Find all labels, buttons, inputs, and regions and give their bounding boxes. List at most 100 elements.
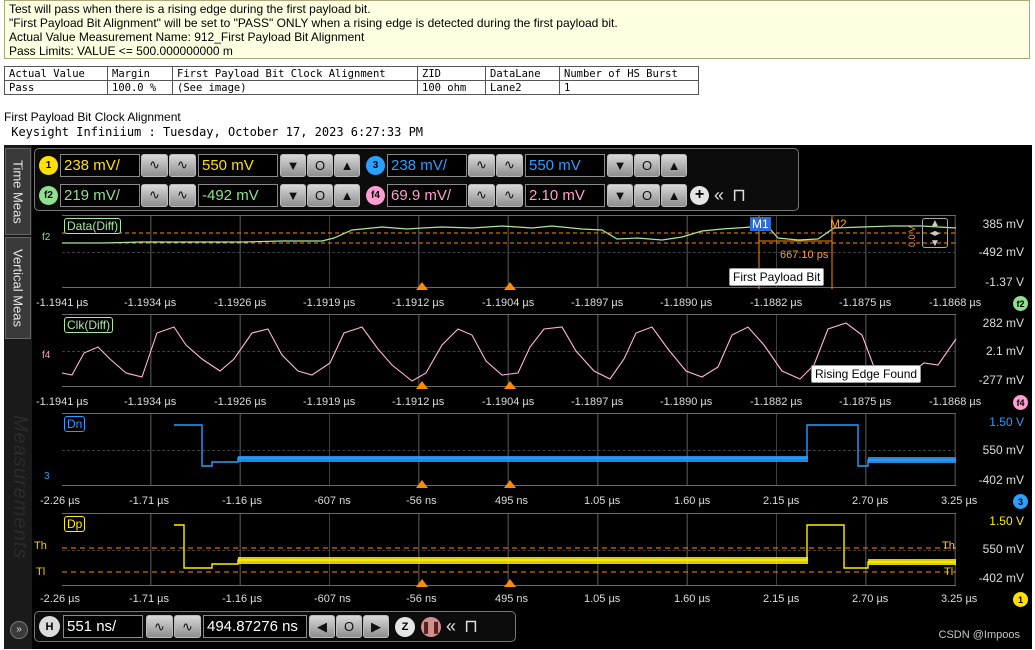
expand-chevron-icon[interactable]: » (10, 621, 28, 639)
pin-icon[interactable]: ⊓ (729, 185, 749, 206)
time-tick: -607 ns (314, 593, 351, 605)
channel-control-panel: 1 238 mV/ ∿ ∿ 550 mV ▼ O ▲ 3 238 mV/ ∿ ∿… (34, 148, 799, 211)
time-tick: -1.1897 µs (571, 396, 624, 408)
function-f4-badge[interactable]: f4 (366, 185, 385, 205)
time-axis-3: -2.26 µs -1.71 µs -1.16 µs -607 ns -56 n… (34, 494, 1032, 510)
tab-vertical-meas[interactable]: Vertical Meas (5, 237, 31, 339)
data-diff-bottom-scale: -1.37 V (985, 275, 1024, 289)
clk-diff-label: Clk(Diff) (64, 317, 114, 333)
time-tick: -1.1941 µs (36, 297, 89, 309)
f4-offset-field[interactable]: 2.10 mV (525, 183, 605, 207)
marker-m1[interactable]: M1 (750, 217, 771, 231)
time-tick: -56 ns (406, 593, 437, 605)
time-tick: -2.26 µs (40, 593, 80, 605)
horizontal-control-bar: H 551 ns/ ∿ ∿ 494.87276 ns ◀ O ▶ Z ❚❚ « … (34, 611, 516, 642)
column-header: DataLane (485, 66, 560, 81)
time-tick: -1.1926 µs (214, 297, 267, 309)
f2-offset-field[interactable]: -492 mV (198, 183, 278, 207)
table-row: Pass 100.0 % (See image) 100 ohm Lane2 1 (4, 80, 699, 95)
pin-icon[interactable]: ⊓ (461, 616, 481, 637)
trigger-marker-icon (416, 480, 428, 488)
pause-icon[interactable]: ❚❚ (421, 616, 441, 637)
ch1-offset-field[interactable]: 550 mV (198, 153, 278, 177)
marker-m2[interactable]: M2 (828, 217, 849, 231)
trigger-marker-icon (416, 282, 428, 290)
wave-decrease-icon[interactable]: ∿ (468, 183, 495, 207)
offset-up-icon[interactable]: ▲ (661, 183, 687, 207)
position-right-icon[interactable]: ▶ (363, 615, 389, 638)
time-axis-2: -1.1941 µs -1.1934 µs -1.1926 µs -1.1919… (34, 395, 1032, 411)
column-header: First Payload Bit Clock Alignment (172, 66, 418, 81)
table-cell: 100.0 % (107, 80, 173, 95)
wave-decrease-icon[interactable]: ∿ (141, 153, 168, 177)
time-tick: -1.1875 µs (839, 396, 892, 408)
offset-down-icon[interactable]: ▼ (607, 183, 633, 207)
offset-zero-icon[interactable]: O (634, 153, 660, 177)
time-tick: -1.1868 µs (929, 297, 982, 309)
wave-increase-icon[interactable]: ∿ (169, 153, 196, 177)
threshold-high-left: Th (34, 540, 47, 552)
wave-decrease-icon[interactable]: ∿ (468, 153, 495, 177)
time-tick: -1.71 µs (129, 495, 169, 507)
ground-marker-f4[interactable]: f4 (42, 350, 50, 361)
tab-time-meas[interactable]: Time Meas (5, 148, 31, 235)
scope-title: Keysight Infiniium : Tuesday, October 17… (4, 125, 424, 139)
threshold-high-right: Th (942, 540, 955, 552)
clk-diff-top-scale: 282 mV (982, 316, 1024, 330)
time-tick: -56 ns (406, 495, 437, 507)
time-tick: 495 ns (495, 593, 529, 605)
dp-label: Dp (64, 516, 86, 532)
data-diff-top-scale: 385 mV (982, 217, 1024, 231)
offset-zero-icon[interactable]: O (307, 153, 333, 177)
offset-down-icon[interactable]: ▼ (607, 153, 633, 177)
wave-increase-icon[interactable]: ∿ (496, 183, 523, 207)
dn-label: Dn (64, 416, 86, 432)
time-tick: -1.1904 µs (482, 297, 535, 309)
position-left-icon[interactable]: ◀ (309, 615, 335, 638)
dp-top-scale: 1.50 V (989, 514, 1024, 528)
ground-marker-f2[interactable]: f2 (42, 232, 50, 243)
timebase-increase-icon[interactable]: ∿ (174, 615, 201, 638)
offset-zero-icon[interactable]: O (634, 183, 660, 207)
f2-scale-field[interactable]: 219 mV/ (60, 183, 140, 207)
channel-1-badge[interactable]: 1 (39, 155, 58, 175)
offset-down-icon[interactable]: ▼ (280, 153, 306, 177)
offset-up-icon[interactable]: ▲ (334, 153, 360, 177)
timebase-decrease-icon[interactable]: ∿ (146, 615, 173, 638)
time-axis-4: -2.26 µs -1.71 µs -1.16 µs -607 ns -56 n… (34, 592, 1032, 608)
horizontal-badge[interactable]: H (39, 616, 60, 637)
offset-up-icon[interactable]: ▲ (661, 153, 687, 177)
add-channel-icon[interactable]: + (690, 185, 709, 205)
function-f2-badge[interactable]: f2 (39, 185, 58, 205)
offset-up-icon[interactable]: ▲ (334, 183, 360, 207)
f4-scale-field[interactable]: 69.9 mV/ (387, 183, 467, 207)
ch1-scale-field[interactable]: 238 mV/ (60, 153, 140, 177)
offset-down-icon[interactable]: ▼ (280, 183, 306, 207)
wave-increase-icon[interactable]: ∿ (496, 153, 523, 177)
clk-diff-graticule: Clk(Diff) Rising Edge Found (61, 314, 957, 387)
table-cell: Pass (4, 80, 108, 95)
collapse-chevron-icon[interactable]: « (441, 616, 461, 637)
time-tick: -1.71 µs (129, 593, 169, 605)
ch3-offset-field[interactable]: 550 mV (525, 153, 605, 177)
image-caption: First Payload Bit Clock Alignment (4, 110, 181, 124)
zoom-nav-icon[interactable]: ▲ ◂▸ ▼ (922, 218, 948, 249)
trigger-marker-icon (504, 381, 516, 389)
ground-marker-3[interactable]: 3 (44, 471, 50, 482)
horizontal-position-field[interactable]: 494.87276 ns (203, 615, 307, 638)
data-diff-graticule: Data(Diff) M1 M2 667.10 ps First Payload… (62, 215, 957, 289)
wave-increase-icon[interactable]: ∿ (169, 183, 196, 207)
zoom-button[interactable]: Z (395, 616, 415, 637)
ch3-scale-field[interactable]: 238 mV/ (387, 153, 467, 177)
data-diff-mid-scale: -492 mV (978, 245, 1024, 259)
offset-zero-icon[interactable]: O (307, 183, 333, 207)
position-zero-icon[interactable]: O (336, 615, 362, 638)
time-tick: 1.05 µs (584, 593, 621, 605)
wave-decrease-icon[interactable]: ∿ (141, 183, 168, 207)
table-cell: 100 ohm (417, 80, 486, 95)
credit-watermark: CSDN @Impoos (938, 629, 1020, 641)
collapse-chevron-icon[interactable]: « (709, 185, 729, 206)
horizontal-scale-field[interactable]: 551 ns/ (63, 615, 143, 638)
trigger-marker-icon (416, 579, 428, 587)
channel-3-badge[interactable]: 3 (366, 155, 385, 175)
